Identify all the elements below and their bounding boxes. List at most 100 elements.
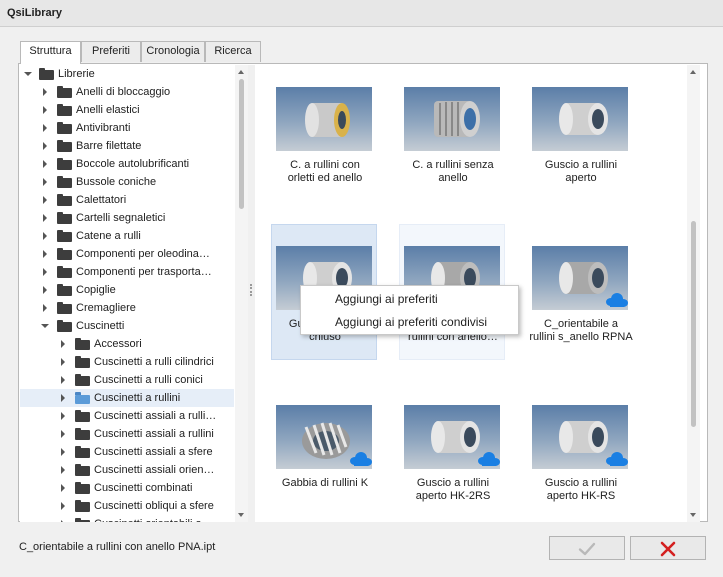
- tree-scrollbar[interactable]: [235, 65, 248, 522]
- tab-ricerca[interactable]: Ricerca: [205, 41, 261, 62]
- expand-arrow-icon[interactable]: [59, 412, 67, 420]
- tree-item[interactable]: Antivibranti: [20, 119, 234, 137]
- folder-icon: [75, 482, 90, 494]
- expand-arrow-icon[interactable]: [59, 358, 67, 366]
- expand-arrow-icon[interactable]: [41, 214, 49, 222]
- expand-arrow-icon[interactable]: [59, 376, 67, 384]
- part-card[interactable]: C. a rullini senza anello: [399, 65, 505, 201]
- tree-item[interactable]: Componenti per oleodina…: [20, 245, 234, 263]
- tree-child-item[interactable]: Accessori: [20, 335, 234, 353]
- scroll-up-icon[interactable]: [238, 70, 244, 74]
- cross-icon: [660, 541, 676, 557]
- expand-arrow-icon[interactable]: [59, 430, 67, 438]
- expand-arrow-icon[interactable]: [41, 88, 49, 96]
- tree-scroll-thumb[interactable]: [239, 79, 244, 209]
- part-card[interactable]: C_orientabile a rullini s_anello RPNA: [527, 224, 633, 360]
- tab-preferiti[interactable]: Preferiti: [81, 41, 141, 62]
- expand-arrow-icon[interactable]: [41, 142, 49, 150]
- tree-child-item[interactable]: Cuscinetti assiali a rullini: [20, 425, 234, 443]
- tree-item[interactable]: Anelli elastici: [20, 101, 234, 119]
- expand-arrow-icon[interactable]: [41, 286, 49, 294]
- part-card[interactable]: Guscio a rullini aperto: [527, 65, 633, 201]
- folder-icon: [57, 320, 72, 332]
- tree-root[interactable]: Librerie: [20, 65, 234, 83]
- tree-item[interactable]: Componenti per trasporta…: [20, 263, 234, 281]
- scroll-down-icon[interactable]: [690, 513, 696, 517]
- tree-item[interactable]: Catene a rulli: [20, 227, 234, 245]
- expand-arrow-icon[interactable]: [59, 340, 67, 348]
- expand-arrow-icon[interactable]: [41, 268, 49, 276]
- expand-arrow-icon[interactable]: [41, 106, 49, 114]
- expand-arrow-icon[interactable]: [59, 502, 67, 510]
- cancel-button[interactable]: [630, 536, 706, 560]
- tab-struttura[interactable]: Struttura: [20, 41, 81, 64]
- part-card[interactable]: Guscio a rullini aperto HK-RS: [527, 383, 633, 519]
- expand-arrow-icon[interactable]: [59, 484, 67, 492]
- collapse-arrow-icon[interactable]: [41, 322, 49, 330]
- tab-cronologia[interactable]: Cronologia: [141, 41, 205, 62]
- tree-item[interactable]: Cuscinetti: [20, 317, 234, 335]
- expand-arrow-icon[interactable]: [41, 304, 49, 312]
- tree-child-item[interactable]: Cuscinetti assiali orien…: [20, 461, 234, 479]
- folder-icon: [39, 68, 54, 80]
- tree-child-item[interactable]: Cuscinetti a rulli cilindrici: [20, 353, 234, 371]
- folder-icon: [57, 230, 72, 242]
- grid-scrollbar[interactable]: [687, 65, 700, 522]
- tree-item[interactable]: Cartelli segnaletici: [20, 209, 234, 227]
- part-card[interactable]: C. a rullini con orletti ed anello: [271, 65, 377, 201]
- scroll-up-icon[interactable]: [690, 70, 696, 74]
- folder-icon: [57, 248, 72, 260]
- part-thumbnail: [532, 405, 628, 469]
- expand-arrow-icon[interactable]: [41, 160, 49, 168]
- folder-icon: [57, 122, 72, 134]
- folder-icon: [57, 140, 72, 152]
- tree-item[interactable]: Calettatori: [20, 191, 234, 209]
- tree-item[interactable]: Bussole coniche: [20, 173, 234, 191]
- tree-item-label: Cremagliere: [76, 302, 136, 314]
- tree-item-label: Cuscinetti a rullini: [94, 392, 181, 404]
- scroll-down-icon[interactable]: [238, 513, 244, 517]
- folder-icon: [57, 284, 72, 296]
- window-title: QsiLibrary: [7, 7, 63, 19]
- tree-child-item[interactable]: Cuscinetti combinati: [20, 479, 234, 497]
- tree-item[interactable]: Copiglie: [20, 281, 234, 299]
- status-text: C_orientabile a rullini con anello PNA.i…: [19, 541, 216, 553]
- tree-child-item[interactable]: Cuscinetti assiali a sfere: [20, 443, 234, 461]
- pane-splitter[interactable]: [248, 65, 255, 522]
- part-card[interactable]: Gabbia di rullini K: [271, 383, 377, 519]
- expand-arrow-icon[interactable]: [41, 232, 49, 240]
- ok-button[interactable]: [549, 536, 625, 560]
- splitter-grip-icon[interactable]: [250, 284, 252, 296]
- expand-arrow-icon[interactable]: [41, 124, 49, 132]
- expand-arrow-icon[interactable]: [59, 394, 67, 402]
- tree-child-item[interactable]: Cuscinetti a rulli conici: [20, 371, 234, 389]
- tree-child-item[interactable]: Cuscinetti assiali a rulli…: [20, 407, 234, 425]
- tree-item-label: Componenti per oleodina…: [76, 248, 210, 260]
- tree-child-item[interactable]: Cuscinetti a rullini: [20, 389, 234, 407]
- grid-scroll-thumb[interactable]: [691, 221, 696, 427]
- tree-item[interactable]: Barre filettate: [20, 137, 234, 155]
- part-caption: Guscio a rullini aperto: [544, 159, 618, 184]
- menu-item-add-favorites[interactable]: Aggiungi ai preferiti: [301, 288, 518, 310]
- part-card[interactable]: Guscio a rullini aperto HK-2RS: [399, 383, 505, 519]
- tree-item[interactable]: Anelli di bloccaggio: [20, 83, 234, 101]
- part-thumbnail: [532, 87, 628, 151]
- tree-item-label: Antivibranti: [76, 122, 131, 134]
- expand-arrow-icon[interactable]: [41, 178, 49, 186]
- expand-arrow-icon[interactable]: [41, 196, 49, 204]
- collapse-arrow-icon[interactable]: [24, 70, 32, 78]
- expand-arrow-icon[interactable]: [59, 520, 67, 522]
- tree-item-label: Bussole coniche: [76, 176, 157, 188]
- tree-child-item[interactable]: Cuscinetti obliqui a sfere: [20, 497, 234, 515]
- part-caption: C_orientabile a rullini s_anello RPNA: [529, 318, 633, 343]
- menu-item-add-shared-favorites[interactable]: Aggiungi ai preferiti condivisi: [301, 311, 518, 333]
- tree-item-label: Cuscinetti: [76, 320, 125, 332]
- tree-item-label: Copiglie: [76, 284, 116, 296]
- expand-arrow-icon[interactable]: [59, 448, 67, 456]
- expand-arrow-icon[interactable]: [59, 466, 67, 474]
- folder-icon: [75, 464, 90, 476]
- tree-item[interactable]: Cremagliere: [20, 299, 234, 317]
- expand-arrow-icon[interactable]: [41, 250, 49, 258]
- tree-child-item[interactable]: Cuscinetti orientabili a…: [20, 515, 234, 522]
- tree-item[interactable]: Boccole autolubrificanti: [20, 155, 234, 173]
